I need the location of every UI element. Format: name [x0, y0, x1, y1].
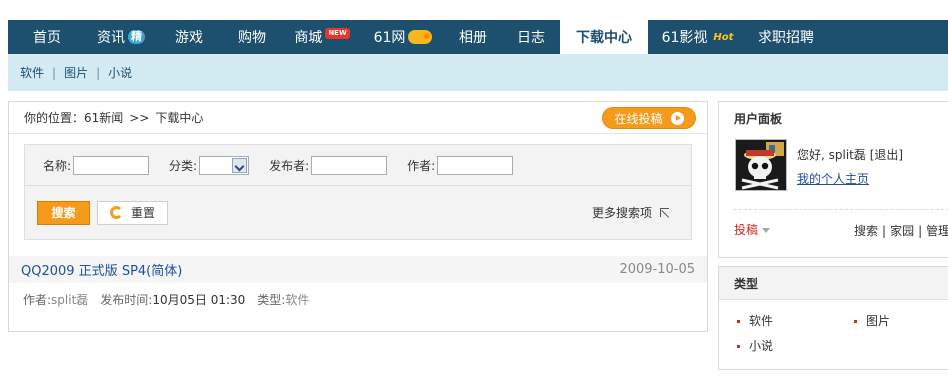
refresh-icon: [109, 206, 123, 219]
type-value: 软件: [285, 292, 310, 307]
breadcrumb-current: 下载中心: [155, 111, 204, 125]
user-info: 您好, split磊 [退出] 我的个人主页: [797, 143, 903, 191]
main-nav: 首页 资讯精 游戏 购物 商城 NEW 61网 相册 日志 下载中心 61影视 Ho…: [8, 20, 948, 54]
link-home[interactable]: 家园: [890, 224, 914, 238]
time-value: 10月05日 01:30: [152, 292, 246, 307]
bullet-icon: [737, 320, 740, 323]
user-panel: 用户面板 您好, split磊 [退出] 我的个人主页 投稿 搜索 | 家园 | 管理: [718, 101, 948, 258]
type-meta-label: 类型:: [257, 292, 286, 307]
author-value: split磊: [51, 292, 89, 307]
logout-link[interactable]: [退出]: [870, 148, 903, 162]
breadcrumb: 你的位置： 61新闻 >> 下载中心 在线投稿: [9, 102, 707, 134]
sub-nav: 软件 | 图片 | 小说: [8, 54, 948, 91]
result-title-link[interactable]: QQ2009 正式版 SP4(简体): [21, 260, 182, 279]
author-meta-label: 作者:: [23, 292, 52, 307]
cat-emoji-icon: [408, 30, 433, 44]
chevron-down-icon: [232, 157, 248, 173]
category-label: 分类:: [169, 158, 198, 173]
bullet-icon: [854, 320, 857, 323]
new-badge: NEW: [325, 27, 350, 39]
tougao-label: 投稿: [734, 223, 759, 237]
bullet-icon: [737, 345, 740, 348]
featured-badge: 精: [128, 30, 145, 44]
greeting: 您好, split磊: [797, 148, 866, 162]
publisher-input[interactable]: [311, 155, 388, 175]
result-title-row: QQ2009 正式版 SP4(简体) 2009-10-05: [9, 256, 707, 283]
subnav-novels[interactable]: 小说: [108, 64, 132, 81]
nav-item-mall[interactable]: 商城 NEW: [282, 20, 362, 54]
result-meta: 作者: split磊 发布时间: 10月05日 01:30 类型: 软件: [9, 283, 707, 315]
type-item-software[interactable]: 软件: [737, 312, 773, 329]
search-fields: 名称: 分类: 发布者: 作者:: [25, 145, 691, 186]
breadcrumb-separator: >>: [129, 110, 150, 125]
link-manage[interactable]: 管理: [926, 224, 948, 238]
category-select[interactable]: [199, 155, 250, 175]
name-input[interactable]: [73, 155, 150, 175]
type-item-novels[interactable]: 小说: [737, 337, 773, 354]
online-submit-label: 在线投稿: [614, 111, 663, 126]
nav-item-download-center[interactable]: 下载中心: [560, 20, 648, 54]
hot-badge: Hot: [713, 31, 734, 43]
user-panel-title: 用户面板: [734, 111, 783, 126]
author-input[interactable]: [437, 155, 514, 175]
result-item: QQ2009 正式版 SP4(简体) 2009-10-05 作者: split磊…: [9, 256, 707, 315]
more-search-label: 更多搜索项: [591, 206, 652, 220]
nav-item-blog[interactable]: 日志: [502, 20, 560, 54]
subnav-software[interactable]: 软件: [20, 64, 44, 81]
avatar[interactable]: [735, 139, 787, 191]
reset-label: 重置: [130, 206, 155, 220]
breadcrumb-home[interactable]: 61新闻: [84, 109, 123, 126]
search-actions: 搜索 重置 更多搜索项: [25, 186, 691, 239]
search-button[interactable]: 搜索: [37, 200, 90, 225]
result-date: 2009-10-05: [619, 262, 695, 277]
expand-arrow-icon: [660, 208, 669, 217]
subnav-separator: |: [52, 65, 57, 80]
name-label: 名称:: [43, 158, 72, 173]
breadcrumb-prefix: 你的位置：: [24, 111, 85, 125]
caret-down-icon: [762, 228, 771, 233]
more-search-options[interactable]: 更多搜索项: [592, 204, 669, 221]
nav-item-album[interactable]: 相册: [444, 20, 502, 54]
main-panel: 你的位置： 61新闻 >> 下载中心 在线投稿 名称: 分类: 发布者: 作者:…: [8, 101, 708, 332]
online-submit-button[interactable]: 在线投稿: [602, 107, 696, 129]
author-label: 作者:: [407, 158, 436, 173]
type-panel: 类型 软件 图片 小说: [718, 266, 948, 370]
reset-button[interactable]: 重置: [97, 200, 168, 225]
homepage-link[interactable]: 我的个人主页: [797, 172, 869, 186]
skull-avatar-icon: [736, 140, 786, 190]
publisher-label: 发布者:: [269, 158, 310, 173]
link-search[interactable]: 搜索: [854, 224, 878, 238]
play-icon: [670, 111, 684, 125]
search-form: 名称: 分类: 发布者: 作者: 搜索 重置 更多搜索项: [24, 144, 692, 240]
nav-item-games[interactable]: 游戏: [156, 20, 222, 54]
nav-item-shopping[interactable]: 购物: [222, 20, 282, 54]
nav-item-news[interactable]: 资讯精: [86, 20, 156, 54]
nav-item-61net[interactable]: 61网: [362, 20, 444, 54]
nav-item-home[interactable]: 首页: [8, 20, 86, 54]
type-item-images[interactable]: 图片: [854, 312, 890, 329]
nav-item-jobs[interactable]: 求职招聘: [750, 20, 822, 54]
time-meta-label: 发布时间:: [100, 292, 153, 307]
tougao-dropdown[interactable]: 投稿: [734, 221, 771, 238]
subnav-images[interactable]: 图片: [64, 64, 88, 81]
divider: [734, 209, 948, 210]
user-links: 搜索 | 家园 | 管理: [854, 222, 948, 239]
subnav-separator: |: [96, 65, 101, 80]
nav-item-video[interactable]: 61影视 Hot: [648, 20, 750, 54]
type-panel-title: 类型: [719, 267, 948, 300]
